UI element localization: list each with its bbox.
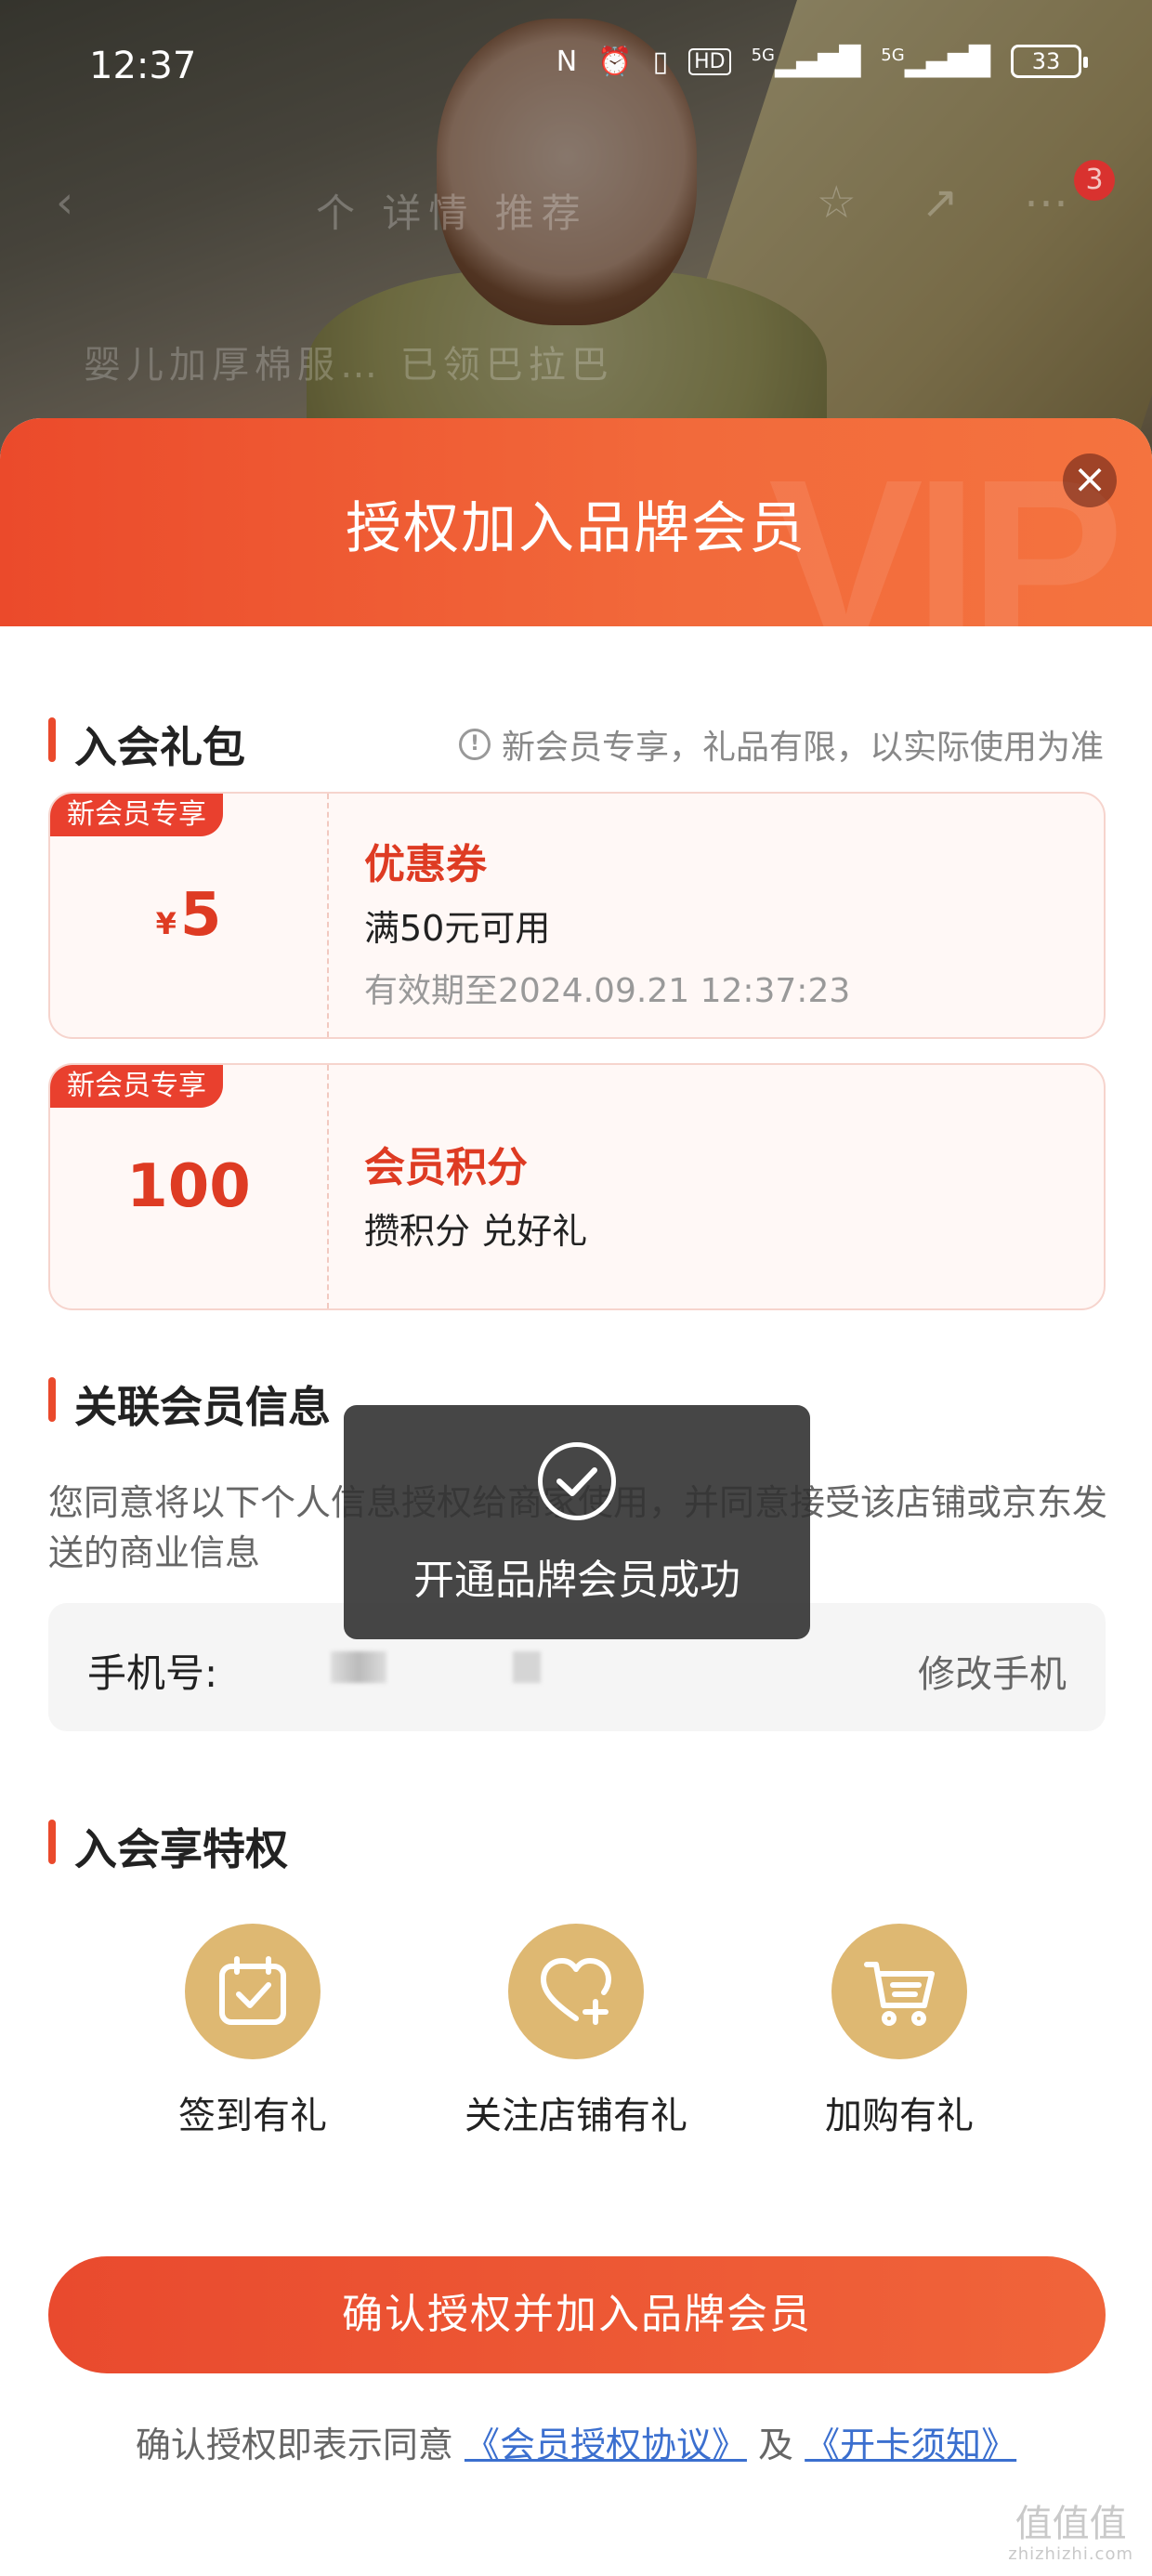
gift-item-coupon: ¥ 5 新会员专享 优惠券 满50元可用 有效期至2024.09.21 12:3… [48, 792, 1106, 1039]
perk-follow-store: 关注店铺有礼 [427, 1924, 725, 2139]
check-circle-icon [538, 1442, 616, 1520]
masked-phone-number-part [513, 1651, 541, 1683]
shopping-cart-icon [831, 1924, 967, 2059]
status-bar: 12:37 N ⏰ ▯ HD 5G▂▄▆█ 5G▂▄▆█ 33 [0, 37, 1152, 93]
gift-name: 优惠券 [364, 841, 487, 888]
gift-desc: 攒积分 兑好礼 [364, 1211, 588, 1252]
member-agreement-link[interactable]: 《会员授权协议》 [465, 2425, 747, 2465]
star-icon: ☆ [816, 177, 857, 229]
confirm-join-button[interactable]: 确认授权并加入品牌会员 [48, 2256, 1106, 2373]
new-member-tag: 新会员专享 [50, 794, 223, 836]
member-info-title: 关联会员信息 [48, 1373, 331, 1435]
gift-note-text: 新会员专享，礼品有限，以实际使用为准 [501, 729, 1104, 767]
gift-details: 会员积分 攒积分 兑好礼 [364, 1134, 587, 1267]
info-icon: ! [458, 729, 491, 760]
gift-item-points: 100 新会员专享 会员积分 攒积分 兑好礼 [48, 1063, 1106, 1310]
success-toast: 开通品牌会员成功 [344, 1405, 810, 1639]
background-page-nav: ‹ 个 详情 推荐 ☆ ↗ ⋯ 3 [0, 160, 1152, 242]
vibrate-icon: ▯ [652, 45, 669, 78]
perks-section-title: 入会享特权 [48, 1816, 288, 1877]
signal-5g-icon-2: 5G▂▄▆█ [881, 45, 990, 78]
agreement-prefix: 确认授权即表示同意 [135, 2425, 453, 2465]
edit-phone-link[interactable]: 修改手机 [918, 1644, 1067, 1698]
gift-expiry: 有效期至2024.09.21 12:37:23 [364, 972, 851, 1010]
close-icon: × [1072, 455, 1107, 503]
heart-plus-icon [508, 1924, 644, 2059]
message-badge: 3 [1074, 160, 1115, 201]
alarm-icon: ⏰ [597, 45, 633, 78]
hd-icon: HD [688, 47, 731, 75]
back-icon: ‹ [56, 177, 74, 229]
calendar-check-icon [185, 1924, 321, 2059]
sheet-title: 授权加入品牌会员 [346, 496, 806, 561]
gift-name: 会员积分 [364, 1144, 528, 1191]
perk-checkin: 签到有礼 [104, 1924, 401, 2139]
toast-message: 开通品牌会员成功 [413, 1557, 740, 1604]
gift-desc: 满50元可用 [364, 908, 551, 949]
gift-note: ! 新会员专享，礼品有限，以实际使用为准 [458, 720, 1104, 769]
agreement-line: 确认授权即表示同意 《会员授权协议》 及 《开卡须知》 [0, 2416, 1152, 2467]
status-time: 12:37 [89, 45, 197, 87]
new-member-tag: 新会员专享 [50, 1065, 223, 1108]
perk-label: 签到有礼 [178, 2095, 327, 2137]
perk-label: 加购有礼 [825, 2095, 974, 2137]
more-icon: ⋯ [1024, 177, 1068, 229]
card-notice-link[interactable]: 《开卡须知》 [805, 2425, 1016, 2465]
perk-label: 关注店铺有礼 [465, 2095, 687, 2137]
watermark-mark: 值值值 [1015, 2503, 1127, 2545]
close-button[interactable]: × [1063, 453, 1117, 507]
masked-phone-number [331, 1651, 386, 1683]
share-icon: ↗ [921, 177, 959, 229]
background-nav-right: ☆ ↗ ⋯ [817, 177, 1068, 229]
sheet-header: VIP 授权加入品牌会员 × [0, 418, 1152, 690]
gift-section-title: 入会礼包 [48, 714, 245, 775]
battery-icon: 33 [1011, 45, 1088, 78]
phone-label: 手机号: [87, 1650, 218, 1696]
gift-details: 优惠券 满50元可用 有效期至2024.09.21 12:37:23 [364, 831, 850, 1012]
perk-add-to-cart: 加购有礼 [751, 1924, 1048, 2139]
background-sub-text: 婴儿加厚棉服… 已领巴拉巴 [84, 344, 614, 387]
background-nav-tabs: 个 详情 推荐 [316, 191, 588, 236]
currency-symbol: ¥ [155, 906, 177, 941]
signal-5g-icon: 5G▂▄▆█ [751, 45, 861, 78]
site-watermark-logo: 值值值 zhizhizhi.com [1008, 2505, 1133, 2563]
agreement-and: 及 [758, 2425, 794, 2465]
gift-amount: 100 [126, 1152, 251, 1221]
status-icons: N ⏰ ▯ HD 5G▂▄▆█ 5G▂▄▆█ 33 [556, 45, 1088, 78]
watermark-url: zhizhizhi.com [1008, 2544, 1133, 2564]
nfc-icon: N [556, 45, 578, 78]
gift-amount: 5 [179, 881, 222, 950]
